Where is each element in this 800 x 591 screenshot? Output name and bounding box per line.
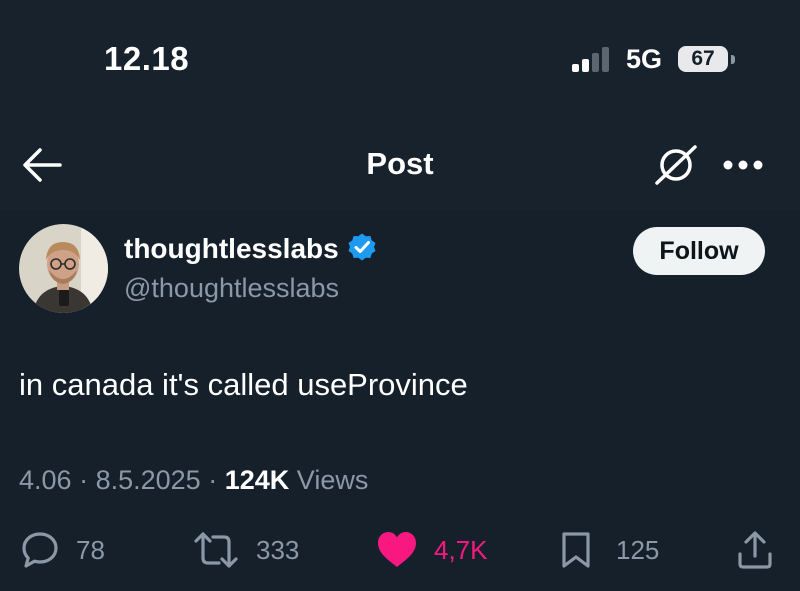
ellipsis-icon[interactable] [722,158,764,172]
bookmark-icon [562,532,590,568]
share-button[interactable] [736,530,776,570]
meta-separator: · [208,465,218,495]
meta-separator: · [79,465,89,495]
signal-icon [572,47,609,72]
network-type: 5G [626,44,663,74]
status-time: 12.18 [104,40,190,77]
tweet-meta: 4.06 · 8.5.2025 · 124K Views [19,465,368,496]
follow-button[interactable]: Follow [633,227,765,275]
repost-icon [194,532,238,568]
share-icon [738,531,772,569]
reply-icon [22,532,58,568]
author-handle[interactable]: @thoughtlesslabs [124,273,339,304]
grok-icon[interactable] [652,140,700,188]
verified-badge-icon [348,233,376,261]
bookmark-button[interactable]: 125 [560,530,670,570]
tweet-date[interactable]: 8.5.2025 [96,465,201,495]
reply-button[interactable]: 78 [20,530,120,570]
battery-nub [731,55,735,64]
repost-button[interactable]: 333 [192,530,312,570]
author-display-name[interactable]: thoughtlesslabs [124,233,339,265]
author-name-row[interactable]: thoughtlesslabs [124,233,377,269]
bookmark-count: 125 [616,535,660,565]
battery-icon: 67 [678,46,728,72]
heart-icon [378,532,416,567]
repost-count: 333 [256,535,300,565]
views-label[interactable]: Views [297,465,369,495]
reply-count: 78 [76,535,105,565]
avatar[interactable] [19,224,108,313]
tweet-time[interactable]: 4.06 [19,465,72,495]
tweet-text: in canada it's called useProvince [19,367,468,402]
like-count: 4,7K [434,535,488,565]
views-count[interactable]: 124K [225,465,290,495]
like-button[interactable]: 4,7K [376,530,500,570]
